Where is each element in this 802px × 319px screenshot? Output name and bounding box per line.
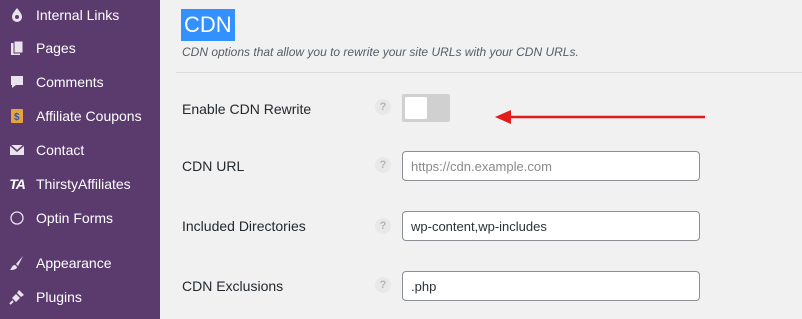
sidebar-item-pages[interactable]: Pages (0, 33, 160, 63)
sidebar-item-contact[interactable]: Contact (0, 135, 160, 165)
cdn-url-input[interactable] (402, 151, 700, 181)
pages-icon (8, 39, 26, 57)
sidebar-item-optin-forms[interactable]: Optin Forms (0, 203, 160, 233)
enable-cdn-rewrite-label: Enable CDN Rewrite (182, 101, 312, 117)
included-directories-input[interactable] (402, 211, 700, 241)
envelope-icon (8, 141, 26, 159)
cdn-url-label: CDN URL (182, 158, 245, 174)
sidebar-item-label: Appearance (36, 255, 112, 271)
help-icon[interactable]: ? (375, 218, 391, 234)
sidebar-item-label: Contact (36, 142, 85, 158)
admin-sidebar: Internal Links Pages Comments $ Affiliat… (0, 0, 160, 319)
enable-cdn-rewrite-toggle[interactable] (402, 94, 450, 122)
sidebar-item-label: ThirstyAffiliates (36, 176, 131, 192)
sidebar-item-appearance[interactable]: Appearance (0, 248, 160, 278)
section-description: CDN options that allow you to rewrite yo… (182, 45, 579, 59)
sidebar-item-affiliate-coupons[interactable]: $ Affiliate Coupons (0, 101, 160, 131)
cdn-settings-panel: CDN CDN options that allow you to rewrit… (160, 0, 802, 319)
help-icon[interactable]: ? (375, 157, 391, 173)
toggle-knob (405, 97, 427, 119)
included-directories-label: Included Directories (182, 218, 306, 234)
plug-icon (8, 288, 26, 306)
sidebar-item-label: Plugins (36, 289, 82, 305)
paintbrush-icon (8, 254, 26, 272)
sidebar-item-comments[interactable]: Comments (0, 67, 160, 97)
internal-links-icon (8, 6, 26, 24)
cdn-exclusions-label: CDN Exclusions (182, 278, 284, 294)
cdn-exclusions-input[interactable] (402, 271, 700, 301)
sidebar-item-thirstyaffiliates[interactable]: TA ThirstyAffiliates (0, 169, 160, 199)
svg-text:$: $ (14, 112, 20, 123)
circle-icon (8, 209, 26, 227)
page-title: CDN (181, 9, 235, 41)
ta-logo-text: TA (9, 176, 26, 192)
sidebar-item-internal-links[interactable]: Internal Links (0, 0, 160, 30)
divider (176, 72, 802, 73)
sidebar-item-plugins[interactable]: Plugins (0, 282, 160, 312)
sidebar-item-label: Comments (36, 74, 104, 90)
ta-logo-icon: TA (8, 175, 26, 193)
help-icon[interactable]: ? (375, 277, 391, 293)
comments-icon (8, 73, 26, 91)
sidebar-item-label: Internal Links (36, 7, 120, 23)
sidebar-item-label: Optin Forms (36, 210, 114, 226)
annotation-arrow (495, 110, 705, 124)
sidebar-item-label: Pages (36, 40, 76, 56)
coupon-icon: $ (8, 107, 26, 125)
help-icon[interactable]: ? (375, 99, 391, 115)
sidebar-item-label: Affiliate Coupons (36, 108, 142, 124)
